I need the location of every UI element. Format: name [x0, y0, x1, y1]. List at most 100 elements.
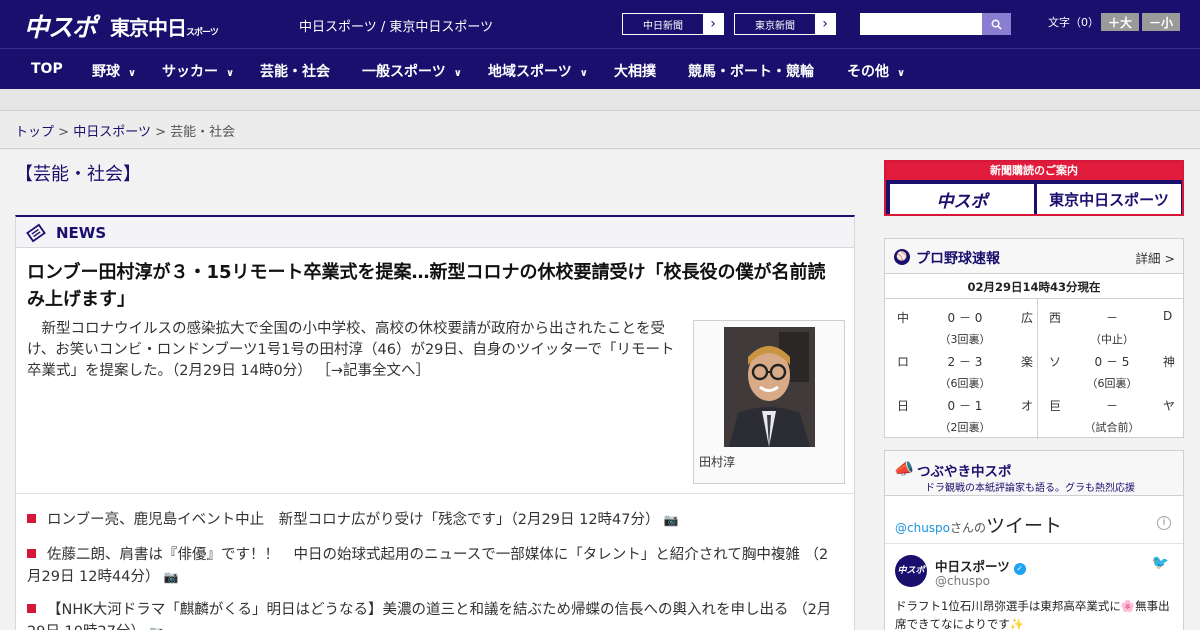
nav-item-entertainment[interactable]: 芸能・社会 — [260, 61, 330, 81]
nav-label: 競馬・ボート・競輪 — [688, 64, 814, 80]
subscription-tokyo-button[interactable]: 東京中日スポーツ — [1037, 184, 1181, 214]
nav-label: 一般スポーツ — [362, 64, 446, 80]
breadcrumb-top-link[interactable]: トップ — [15, 125, 54, 140]
news-divider — [16, 493, 854, 494]
subscription-chuspo-button[interactable]: 中スポ — [890, 184, 1034, 214]
away-team: 広 — [1021, 311, 1034, 325]
search-icon — [991, 19, 1002, 30]
column-divider — [1037, 299, 1038, 439]
home-team: ロ — [897, 355, 910, 369]
nav-label: サッカー — [162, 64, 218, 80]
chevron-right-icon: › — [710, 16, 716, 32]
twitter-bird-icon[interactable]: 🐦 — [1152, 555, 1169, 571]
twitter-handle-link[interactable]: @chuspo — [895, 521, 950, 535]
tokyo-shimbun-label: 東京新聞 — [735, 14, 815, 34]
nav-item-soccer[interactable]: サッカー ∨ — [162, 61, 234, 81]
font-size-label: 文字（0） — [1048, 16, 1099, 29]
main-nav: TOP 野球 ∨ サッカー ∨ 芸能・社会 一般スポーツ ∨ 地域スポーツ ∨ 大相撲 … — [0, 48, 1200, 89]
home-team: 巨 — [1049, 399, 1062, 413]
tweets-heading: @chuspoさんのツイート — [895, 511, 1062, 538]
nav-label: 大相撲 — [614, 64, 656, 80]
twitter-panel-title: つぶやき中スポ — [917, 464, 1012, 480]
tweet-text[interactable]: ドラフト1位石川昂弥選手は東邦高卒業式に🌸無事出席できてなによりです✨ — [895, 597, 1173, 630]
chuspo-logo[interactable]: 中スポ — [24, 8, 97, 44]
avatar[interactable]: 中スポ — [895, 555, 927, 587]
search-button[interactable] — [982, 13, 1011, 35]
tweet-account[interactable]: 中日スポーツ ✓ — [935, 556, 1026, 575]
photo-caption: 田村淳 — [699, 455, 736, 469]
score: － — [1105, 399, 1118, 413]
twitter-panel-subtitle: ドラ観戦の本紙評論家も語る。グラも熱烈応援 — [925, 483, 1135, 494]
game-status: （6回裏） — [939, 377, 991, 390]
score: 2 － 3 — [947, 355, 983, 369]
news-item-text: 佐藤二朗、肩書は『俳優』です！！ 中日の始球式起用のニュースで一部媒体に「タレン… — [27, 547, 829, 585]
baseball-title: プロ野球速報 — [916, 251, 1000, 267]
camera-icon: 📷 — [149, 625, 164, 630]
tweet-divider — [885, 543, 1183, 544]
chevron-down-icon: ∨ — [579, 68, 588, 79]
top-header: 中スポ 東京中日スポーツ 中日スポーツ / 東京中日スポーツ 中日新聞 › 東京… — [0, 0, 1200, 48]
away-team: D — [1163, 309, 1173, 323]
tweet-handle[interactable]: @chuspo — [935, 574, 990, 588]
nav-item-sumo[interactable]: 大相撲 — [614, 61, 656, 81]
nav-label: その他 — [847, 64, 889, 80]
away-team: 神 — [1163, 355, 1176, 369]
search-input[interactable] — [860, 13, 982, 35]
subscription-banner[interactable]: 新聞購読のご案内 中スポ 東京中日スポーツ — [884, 160, 1184, 216]
nav-item-baseball[interactable]: 野球 ∨ — [92, 61, 136, 81]
nav-item-top[interactable]: TOP — [31, 61, 63, 77]
verified-icon: ✓ — [1013, 563, 1026, 575]
game-status: （中止） — [1090, 333, 1134, 346]
away-team: オ — [1021, 399, 1034, 413]
tokyo-chunichi-logo[interactable]: 東京中日スポーツ — [110, 12, 219, 41]
news-headline[interactable]: ロンブー田村淳が３・15リモート卒業式を提案…新型コロナの休校要請受け「校長役の… — [27, 259, 837, 313]
chunichi-shimbun-label: 中日新聞 — [623, 14, 703, 34]
megaphone-icon: 📣 — [894, 459, 914, 478]
chunichi-shimbun-button[interactable]: 中日新聞 › — [622, 13, 724, 35]
nav-item-general-sports[interactable]: 一般スポーツ ∨ — [362, 61, 462, 81]
bullet-icon — [27, 514, 36, 523]
bullet-icon — [27, 549, 36, 558]
nav-label: TOP — [31, 61, 63, 77]
nav-item-regional-sports[interactable]: 地域スポーツ ∨ — [488, 61, 588, 81]
breadcrumb-chuspo-link[interactable]: 中日スポーツ — [73, 125, 151, 140]
news-photo-box[interactable]: 田村淳 — [693, 320, 845, 484]
baseball-icon: ⚾ — [894, 249, 910, 265]
list-item[interactable]: 佐藤二朗、肩書は『俳優』です！！ 中日の始球式起用のニュースで一部媒体に「タレン… — [27, 544, 842, 588]
home-team: 中 — [897, 311, 910, 325]
nav-label: 芸能・社会 — [260, 64, 330, 80]
nav-item-other[interactable]: その他 ∨ — [847, 61, 905, 81]
breadcrumb-current: 芸能・社会 — [170, 125, 236, 140]
bullet-icon — [27, 604, 36, 613]
score: 0 － 5 — [1094, 355, 1130, 369]
list-item[interactable]: 【NHK大河ドラマ「麒麟がくる」明日はどうなる】美濃の道三と和議を結ぶため帰蝶の… — [27, 599, 842, 630]
camera-icon: 📷 — [663, 513, 679, 527]
twitter-panel-header: 📣 つぶやき中スポ ドラ観戦の本紙評論家も語る。グラも熱烈応援 — [885, 451, 1183, 496]
portrait-image — [724, 327, 815, 447]
home-team: ソ — [1049, 355, 1062, 369]
nav-label: 野球 — [92, 64, 120, 80]
list-item[interactable]: ロンブー亮、鹿児島イベント中止 新型コロナ広がり受け「残念です」（2月29日 1… — [27, 509, 842, 531]
nav-label: 地域スポーツ — [488, 64, 572, 80]
font-size-increase-button[interactable]: ＋大 — [1101, 13, 1139, 31]
game-status: （2回裏） — [939, 421, 991, 434]
news-header: NEWS — [16, 217, 854, 248]
nav-item-racing[interactable]: 競馬・ボート・競輪 — [688, 61, 814, 81]
baseball-detail-link[interactable]: 詳細 > — [1136, 248, 1175, 267]
news-label: NEWS — [56, 224, 107, 242]
breadcrumb-separator: > — [155, 125, 166, 140]
subscription-banner-title: 新聞購読のご案内 — [886, 162, 1182, 180]
home-team: 西 — [1049, 311, 1062, 325]
score: 0 － 0 — [947, 311, 983, 325]
tokyo-logo-sub: スポーツ — [186, 28, 219, 38]
site-links[interactable]: 中日スポーツ / 東京中日スポーツ — [299, 16, 493, 35]
info-icon[interactable]: i — [1157, 516, 1171, 530]
baseball-update-time: 02月29日14時43分現在 — [885, 275, 1183, 299]
home-team: 日 — [897, 399, 910, 413]
font-size-decrease-button[interactable]: －小 — [1142, 13, 1180, 31]
news-photo[interactable] — [724, 327, 815, 447]
newspaper-icon — [26, 223, 46, 243]
news-lead[interactable]: 新型コロナウイルスの感染拡大で全国の小中学校、高校の休校要請が政府から出されたこ… — [27, 319, 683, 382]
tokyo-shimbun-button[interactable]: 東京新聞 › — [734, 13, 836, 35]
ad-band — [0, 89, 1200, 111]
